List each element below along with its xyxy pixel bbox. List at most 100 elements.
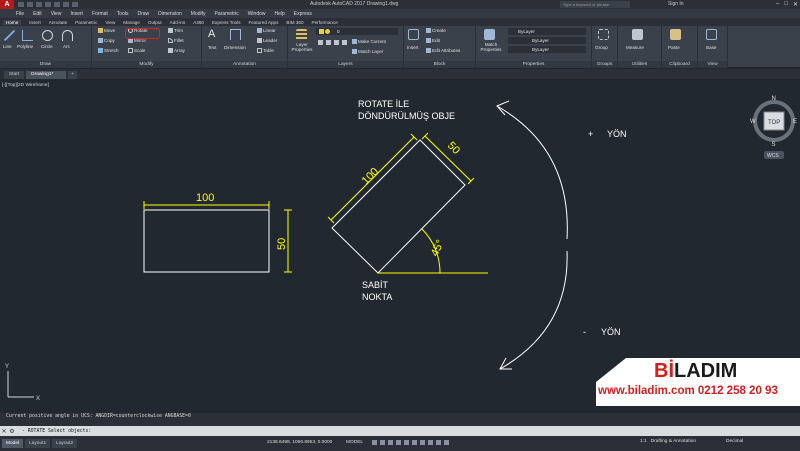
tab-home[interactable]: Home <box>3 19 22 25</box>
layer-tool-icon[interactable] <box>342 40 347 45</box>
base-button[interactable]: Base <box>706 45 716 50</box>
tab-model[interactable]: Model <box>2 439 24 448</box>
menu-view[interactable]: View <box>51 11 62 17</box>
arc-button[interactable]: Arc <box>63 44 70 49</box>
workspace-switcher[interactable]: Drafting & Annotation <box>651 439 696 444</box>
copy-button[interactable]: Copy <box>98 38 115 43</box>
match-properties-button[interactable]: Match Properties <box>478 42 504 52</box>
draw-panel-label[interactable]: Draw <box>0 61 91 68</box>
tab-insert[interactable]: Insert <box>29 20 41 25</box>
lineweight-icon[interactable] <box>420 440 425 445</box>
color-dropdown[interactable]: ByLayer <box>508 28 586 35</box>
command-line[interactable]: ✕ ⚙ - ROTATE Select objects: <box>0 426 800 436</box>
tab-featured-apps[interactable]: Featured Apps <box>249 20 279 25</box>
menu-dimension[interactable]: Dimension <box>158 11 182 17</box>
search-input[interactable]: Type a keyword or phrase <box>560 1 630 8</box>
dimension-button[interactable]: Dimension <box>224 45 246 50</box>
menu-modify[interactable]: Modify <box>191 11 206 17</box>
line-icon[interactable] <box>4 30 15 41</box>
group-icon[interactable] <box>598 29 609 40</box>
match-properties-icon[interactable] <box>484 29 495 40</box>
insert-icon[interactable] <box>408 29 419 40</box>
measure-button[interactable]: Measure <box>626 45 644 50</box>
layer-properties-icon[interactable] <box>296 29 307 40</box>
base-view-icon[interactable] <box>706 29 717 40</box>
table-button[interactable]: Table <box>257 48 274 53</box>
tab-add-ins[interactable]: Add-ins <box>170 20 186 25</box>
make-current-button[interactable]: Make Current <box>352 39 386 44</box>
scale-readout[interactable]: 1:1 <box>640 439 647 444</box>
trim-button[interactable]: Trim <box>168 28 183 33</box>
ortho-icon[interactable] <box>388 440 393 445</box>
array-button[interactable]: Array <box>168 48 185 53</box>
customize-command-icon[interactable]: ⚙ <box>8 428 16 435</box>
rotated-rectangle[interactable] <box>331 139 466 274</box>
snap-icon[interactable] <box>380 440 385 445</box>
tab-a360[interactable]: A360 <box>193 20 204 25</box>
otrack-icon[interactable] <box>412 440 417 445</box>
tab-annotate[interactable]: Annotate <box>49 20 67 25</box>
layer-tool-icon[interactable] <box>334 40 339 45</box>
view-panel-label[interactable]: View <box>698 61 727 68</box>
arc-icon[interactable] <box>62 30 73 41</box>
fillet-button[interactable]: Fillet <box>168 38 184 43</box>
maximize-button[interactable]: □ <box>784 1 788 8</box>
circle-button[interactable]: Circle <box>41 44 53 49</box>
viewcube[interactable]: TOP N S W E WCS <box>750 91 798 163</box>
new-tab-button[interactable]: + <box>68 71 77 79</box>
polyline-icon[interactable] <box>22 30 33 41</box>
match-layer-button[interactable]: Match Layer <box>352 49 383 54</box>
insert-button[interactable]: Insert <box>407 45 419 50</box>
tab-drawing1[interactable]: Drawing1* <box>26 71 67 79</box>
utilities-panel-label[interactable]: Utilities <box>618 61 661 68</box>
measure-icon[interactable] <box>632 29 643 40</box>
leader-button[interactable]: Leader <box>257 38 277 43</box>
properties-panel-label[interactable]: Properties <box>476 61 591 68</box>
close-command-line-icon[interactable]: ✕ <box>0 428 8 435</box>
block-panel-label[interactable]: Block <box>404 61 475 68</box>
minimize-button[interactable]: – <box>776 1 779 8</box>
new-file-icon[interactable] <box>18 2 24 7</box>
autocad-logo-icon[interactable]: A <box>0 0 14 9</box>
polyline-button[interactable]: Polyline <box>17 44 33 49</box>
circle-icon[interactable] <box>42 30 53 41</box>
menu-help[interactable]: Help <box>275 11 285 17</box>
redo-icon[interactable] <box>72 2 78 7</box>
annotation-scale-icon[interactable] <box>444 440 449 445</box>
tab-parametric[interactable]: Parametric <box>75 20 97 25</box>
tab-layout1[interactable]: Layout1 <box>25 439 51 448</box>
grid-icon[interactable] <box>372 440 377 445</box>
tab-performance[interactable]: Performance <box>312 20 338 25</box>
command-input[interactable] <box>91 427 800 435</box>
menu-parametric[interactable]: Parametric <box>215 11 239 17</box>
tab-bim-360[interactable]: BIM 360 <box>286 20 303 25</box>
units-readout[interactable]: Decimal <box>726 439 743 444</box>
menu-edit[interactable]: Edit <box>33 11 42 17</box>
create-button[interactable]: Create <box>426 28 446 33</box>
close-button[interactable]: ✕ <box>793 1 798 8</box>
paste-icon[interactable] <box>670 29 681 40</box>
modify-panel-label[interactable]: Modify <box>92 61 201 68</box>
paste-button[interactable]: Paste <box>668 45 680 50</box>
layer-tool-icon[interactable] <box>326 40 331 45</box>
undo-icon[interactable] <box>63 2 69 7</box>
annotation-panel-label[interactable]: Annotation <box>202 61 287 68</box>
line-button[interactable]: Line <box>3 44 12 49</box>
text-button[interactable]: Text <box>208 45 216 50</box>
model-space-button[interactable]: MODEL <box>346 440 363 445</box>
dimension-icon[interactable] <box>230 29 241 40</box>
open-file-icon[interactable] <box>27 2 33 7</box>
tab-express-tools[interactable]: Express Tools <box>212 20 241 25</box>
osnap-icon[interactable] <box>404 440 409 445</box>
tab-layout2[interactable]: Layout2 <box>52 439 78 448</box>
plot-icon[interactable] <box>54 2 60 7</box>
groups-panel-label[interactable]: Groups <box>592 61 617 68</box>
layer-tool-icon[interactable] <box>318 40 323 45</box>
sign-in-link[interactable]: Sign In <box>668 1 684 7</box>
layers-panel-label[interactable]: Layers <box>288 61 403 68</box>
menu-file[interactable]: File <box>16 11 24 17</box>
text-icon[interactable]: A <box>208 29 219 40</box>
menu-window[interactable]: Window <box>248 11 266 17</box>
tab-start[interactable]: Start <box>4 71 25 79</box>
edit-attributes-button[interactable]: Edit Attributes <box>426 48 460 53</box>
